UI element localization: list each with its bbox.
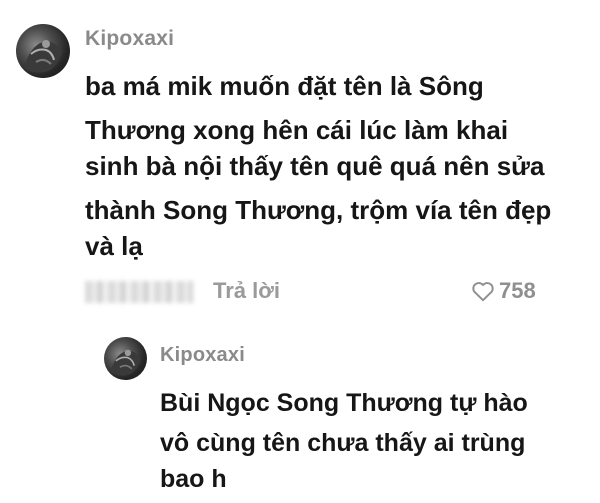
comment-avatar[interactable] bbox=[16, 24, 70, 78]
like-button[interactable]: 758 bbox=[470, 278, 536, 304]
reply-username[interactable]: Kipoxaxi bbox=[160, 344, 245, 367]
comment-text-line-3: sinh bà nội thấy tên quê quá nên sửa bbox=[85, 151, 545, 181]
comment-text-line-4: thành Song Thương, trộm vía tên đẹp bbox=[85, 195, 552, 225]
comment-text-line-2: Thương xong hên cái lúc làm khai bbox=[85, 115, 509, 145]
reply-text-line-3: bao h bbox=[160, 465, 227, 493]
comment-text-line-5: và lạ bbox=[85, 231, 143, 261]
reply-avatar[interactable] bbox=[104, 337, 147, 380]
comment-username[interactable]: Kipoxaxi bbox=[85, 27, 174, 51]
avatar-image-icon bbox=[24, 40, 62, 73]
heart-outline-icon[interactable] bbox=[470, 278, 496, 304]
reply-button[interactable]: Trả lời bbox=[213, 278, 280, 304]
avatar-image-icon bbox=[110, 349, 141, 376]
reply-text-line-1: Bùi Ngọc Song Thương tự hào bbox=[160, 389, 528, 417]
reply-text-line-2: vô cùng tên chưa thấy ai trùng bbox=[160, 429, 526, 457]
blurred-timestamp bbox=[85, 281, 193, 303]
like-count: 758 bbox=[499, 278, 536, 303]
comment-text-line-1: ba má mik muốn đặt tên là Sông bbox=[85, 71, 484, 101]
